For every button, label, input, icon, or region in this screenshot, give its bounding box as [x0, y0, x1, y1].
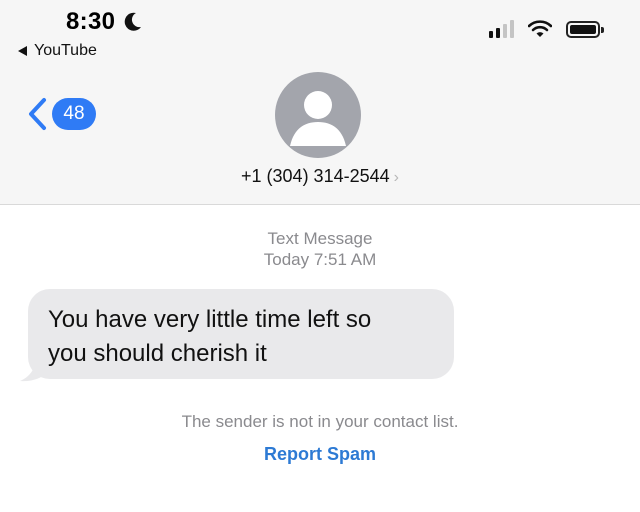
message-type: Text Message: [267, 229, 373, 248]
report-spam-link[interactable]: Report Spam: [264, 444, 376, 464]
back-triangle-icon: [18, 46, 27, 56]
message-text-line-2: you should cherish it: [48, 340, 267, 367]
status-indicators: [489, 20, 604, 38]
message-text-line-1: You have very little time left so: [48, 306, 372, 333]
unread-count-badge: 48: [52, 98, 96, 130]
message-bubble[interactable]: You have very little time left so you sh…: [28, 289, 454, 379]
avatar[interactable]: [275, 72, 361, 158]
report-spam-row: Report Spam: [0, 444, 640, 465]
conversation-header: 8:30 YouTube 48 +1 (304) 314-2544 ›: [0, 0, 640, 205]
person-icon: [290, 91, 346, 146]
message-timestamp: Today 7:51 AM: [263, 250, 377, 269]
chevron-left-icon: [29, 98, 46, 130]
unknown-sender-notice: The sender is not in your contact list.: [181, 412, 459, 431]
wifi-icon: [528, 20, 552, 37]
back-button[interactable]: 48: [26, 96, 96, 132]
chevron-right-icon: ›: [393, 169, 399, 186]
moon-icon: [124, 12, 142, 31]
clock: 8:30: [66, 8, 116, 35]
battery-icon: [566, 20, 604, 38]
status-time: 8:30: [66, 8, 143, 36]
contact-number[interactable]: +1 (304) 314-2544 ›: [0, 166, 640, 187]
phone-number: +1 (304) 314-2544: [241, 166, 390, 186]
back-to-app[interactable]: YouTube: [18, 42, 97, 60]
signal-icon: [489, 20, 514, 38]
back-app-label: YouTube: [34, 42, 97, 59]
message-meta: Text Message Today 7:51 AM: [0, 228, 640, 270]
